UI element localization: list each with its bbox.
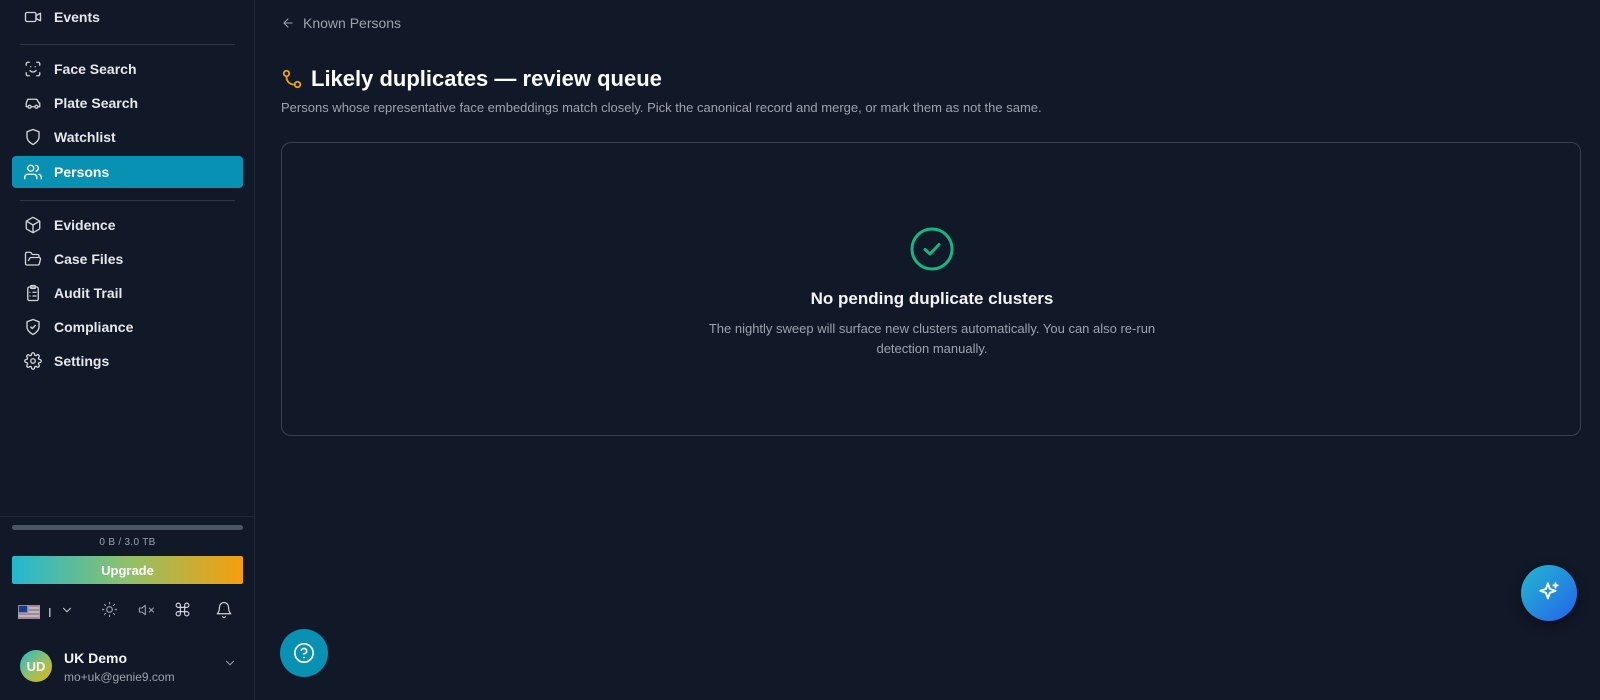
mute-toggle-button[interactable] <box>136 602 156 622</box>
sidebar-item-persons[interactable]: Persons <box>12 156 243 188</box>
page-title: Likely duplicates — review queue <box>311 66 662 91</box>
empty-state-title: No pending duplicate clusters <box>810 289 1054 308</box>
sidebar-item-audit-trail[interactable]: Audit Trail <box>12 277 243 309</box>
command-icon <box>174 601 191 623</box>
video-camera-icon <box>24 8 42 26</box>
sidebar-item-evidence[interactable]: Evidence <box>12 209 243 241</box>
sidebar-item-label: Persons <box>54 164 110 180</box>
sidebar-item-case-files[interactable]: Case Files <box>12 243 243 275</box>
page-header: Likely duplicates — review queue <box>281 66 662 92</box>
face-scan-icon <box>24 60 42 78</box>
empty-state-description: The nightly sweep will surface new clust… <box>708 321 1156 356</box>
back-link-label: Known Persons <box>303 15 402 31</box>
bell-icon <box>215 601 233 624</box>
user-email: mo+uk@genie9.com <box>64 670 175 684</box>
empty-state-card: No pending duplicate clusters The nightl… <box>281 142 1581 436</box>
shield-check-icon <box>24 318 42 336</box>
sidebar-divider <box>20 200 235 201</box>
sidebar-item-label: Settings <box>54 353 110 369</box>
sidebar-item-label: Case Files <box>54 251 124 267</box>
page-subtitle: Persons whose representative face embedd… <box>281 100 1042 115</box>
help-circle-icon <box>294 643 314 663</box>
arrow-left-icon <box>283 18 293 28</box>
ai-assistant-button[interactable] <box>1521 565 1577 621</box>
speaker-muted-icon <box>138 602 154 623</box>
sidebar-item-face-search[interactable]: Face Search <box>12 53 243 85</box>
sidebar-item-label: Evidence <box>54 217 116 233</box>
chevron-down-icon <box>223 656 237 675</box>
sun-icon <box>101 601 118 623</box>
gear-icon <box>24 352 42 370</box>
check-circle-icon <box>910 227 954 271</box>
us-flag-icon <box>18 605 40 619</box>
language-selector[interactable]: I <box>18 602 78 622</box>
chevron-down-icon <box>60 603 74 622</box>
sidebar-item-label: Audit Trail <box>54 285 123 301</box>
upgrade-button[interactable]: Upgrade <box>12 556 243 584</box>
sidebar-item-label: Plate Search <box>54 95 139 111</box>
back-link[interactable]: Known Persons <box>281 15 401 31</box>
storage-usage-text: 0 B / 3.0 TB <box>99 537 156 548</box>
sidebar-divider <box>20 44 235 45</box>
storage-usage-bar <box>12 525 243 530</box>
car-icon <box>24 94 42 112</box>
main-content: Known Persons Likely duplicates — review… <box>256 0 1600 700</box>
help-button[interactable] <box>280 629 328 677</box>
sidebar-item-label: Face Search <box>54 61 137 77</box>
sidebar-item-label: Watchlist <box>54 129 116 145</box>
user-menu[interactable]: UD UK Demo mo+uk@genie9.com <box>20 648 245 688</box>
sidebar-item-plate-search[interactable]: Plate Search <box>12 87 243 119</box>
folder-open-icon <box>24 250 42 268</box>
command-palette-button[interactable] <box>172 602 192 622</box>
sidebar-footer-divider <box>0 516 255 517</box>
sidebar-item-compliance[interactable]: Compliance <box>12 311 243 343</box>
sidebar-item-settings[interactable]: Settings <box>12 345 243 377</box>
git-merge-icon <box>282 69 302 89</box>
box-icon <box>24 216 42 234</box>
shield-icon <box>24 128 42 146</box>
user-name: UK Demo <box>64 650 128 666</box>
sidebar-item-label: Events <box>54 9 100 25</box>
theme-toggle-button[interactable] <box>99 601 119 623</box>
notifications-button[interactable] <box>214 601 234 624</box>
language-code: I <box>48 604 52 620</box>
clipboard-list-icon <box>24 284 42 302</box>
sidebar: Events Face Search Plate Search Watchlis… <box>0 0 255 700</box>
sidebar-item-events[interactable]: Events <box>12 1 243 33</box>
sidebar-item-label: Compliance <box>54 319 134 335</box>
avatar: UD <box>20 650 52 682</box>
sidebar-toolbar: I <box>18 601 243 624</box>
sparkles-icon <box>1539 582 1559 600</box>
users-icon <box>24 163 42 181</box>
sidebar-item-watchlist[interactable]: Watchlist <box>12 121 243 153</box>
